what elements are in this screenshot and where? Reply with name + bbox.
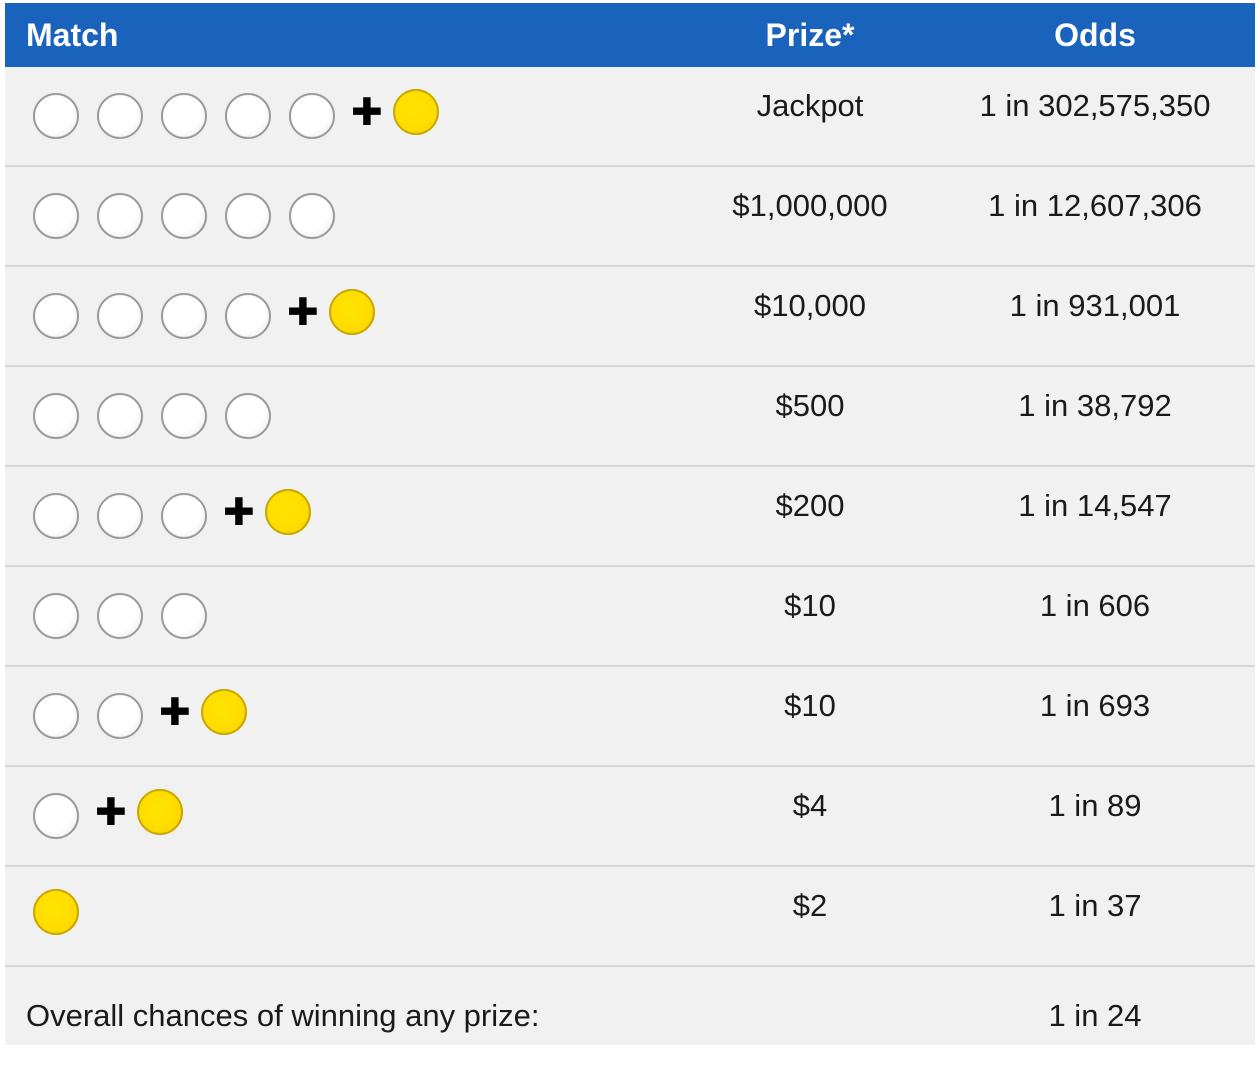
white-ball-icon [33,193,79,239]
white-ball-icon [161,593,207,639]
white-ball-icon [97,393,143,439]
gold-ball-icon [201,689,247,735]
white-ball-icon [33,93,79,139]
odds-cell: 1 in 693 [1039,688,1151,723]
gold-ball-icon [393,89,439,135]
prize-cell: Jackpot [756,88,864,123]
prize-cell: $200 [775,488,845,523]
odds-cell: 1 in 14,547 [1018,488,1172,523]
prize-cell: $10 [784,688,836,723]
white-ball-icon [161,293,207,339]
white-ball-icon [97,493,143,539]
plus-icon: ✚ [287,290,319,334]
header-prize: Prize* [765,17,855,53]
match-balls [33,387,289,439]
match-balls: ✚ [33,287,393,339]
white-ball-icon [161,493,207,539]
gold-ball-icon [329,289,375,335]
odds-cell: 1 in 38,792 [1018,388,1172,423]
white-ball-icon [97,593,143,639]
white-ball-icon [225,293,271,339]
plus-icon: ✚ [223,490,255,534]
white-ball-icon [33,593,79,639]
match-balls [33,187,353,239]
table-row: ✚ $4 1 in 89 [5,767,1255,867]
odds-cell: 1 in 89 [1048,788,1142,823]
plus-icon: ✚ [159,690,191,734]
overall-odds-row: Overall chances of winning any prize: 1 … [5,967,1255,1045]
table-row: ✚ $10,000 1 in 931,001 [5,267,1255,367]
odds-cell: 1 in 37 [1048,888,1142,923]
table-row: ✚ Jackpot 1 in 302,575,350 [5,67,1255,167]
white-ball-icon [161,193,207,239]
white-ball-icon [161,393,207,439]
white-ball-icon [97,193,143,239]
header-match: Match [26,17,119,53]
prize-cell: $1,000,000 [732,188,888,223]
odds-cell: 1 in 606 [1039,588,1151,623]
table-row: ✚ $200 1 in 14,547 [5,467,1255,567]
overall-odds-value: 1 in 24 [1048,998,1142,1033]
prize-cell: $500 [775,388,845,423]
table-row: ✚ $10 1 in 693 [5,667,1255,767]
white-ball-icon [33,793,79,839]
white-ball-icon [97,693,143,739]
table-row: $1,000,000 1 in 12,607,306 [5,167,1255,267]
table-row: $500 1 in 38,792 [5,367,1255,467]
prize-cell: $2 [792,888,828,923]
gold-ball-icon [137,789,183,835]
plus-icon: ✚ [351,90,383,134]
overall-odds-label: Overall chances of winning any prize: [26,998,540,1033]
odds-cell: 1 in 12,607,306 [988,188,1202,223]
white-ball-icon [97,93,143,139]
header-odds: Odds [1054,17,1136,53]
prize-odds-table: Match Prize* Odds ✚ Jackpot 1 in 302,575,3… [5,3,1255,1045]
match-balls: ✚ [33,687,265,739]
table-header: Match Prize* Odds [5,3,1255,67]
white-ball-icon [33,393,79,439]
table-row: $2 1 in 37 [5,867,1255,967]
white-ball-icon [225,93,271,139]
white-ball-icon [97,293,143,339]
gold-ball-icon [265,489,311,535]
odds-cell: 1 in 302,575,350 [979,88,1211,123]
prize-cell: $10 [784,588,836,623]
white-ball-icon [225,193,271,239]
match-balls: ✚ [33,787,201,839]
white-ball-icon [33,693,79,739]
white-ball-icon [289,93,335,139]
match-balls [33,587,225,639]
white-ball-icon [33,493,79,539]
table-body: ✚ Jackpot 1 in 302,575,350 $1,000,000 1 in 1… [5,67,1255,1045]
table-row: $10 1 in 606 [5,567,1255,667]
white-ball-icon [289,193,335,239]
white-ball-icon [161,93,207,139]
prize-cell: $10,000 [753,288,867,323]
white-ball-icon [33,293,79,339]
odds-cell: 1 in 931,001 [1009,288,1181,323]
match-balls: ✚ [33,87,457,139]
plus-icon: ✚ [95,790,127,834]
match-balls: ✚ [33,487,329,539]
prize-cell: $4 [792,788,828,823]
white-ball-icon [225,393,271,439]
gold-ball-icon [33,889,79,935]
match-balls [33,887,97,937]
